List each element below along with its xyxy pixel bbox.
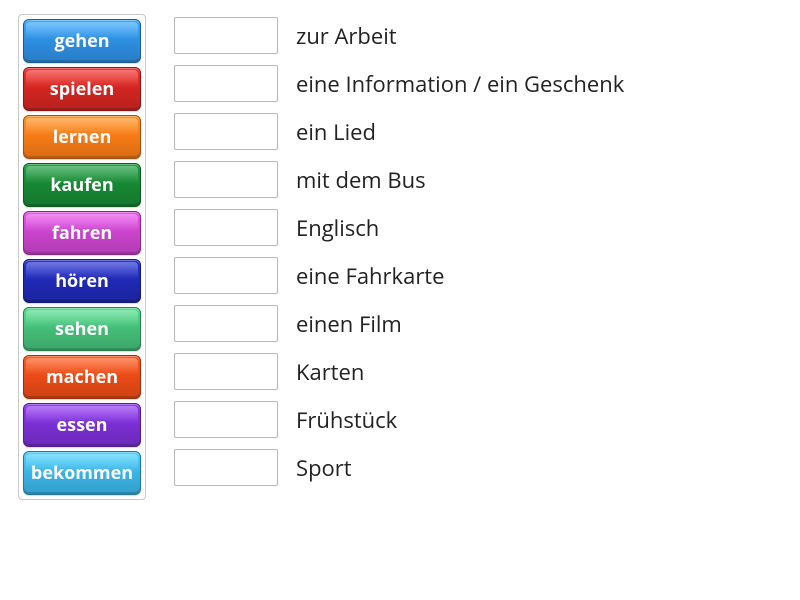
tile-label: essen bbox=[57, 413, 108, 437]
phrase-text: Karten bbox=[296, 357, 364, 387]
target-row: mit dem Bus bbox=[174, 160, 624, 199]
target-row: eine Information / ein Geschenk bbox=[174, 64, 624, 103]
target-row: ein Lied bbox=[174, 112, 624, 151]
tile-machen[interactable]: machen bbox=[23, 355, 141, 399]
drop-slot-8[interactable] bbox=[174, 401, 278, 438]
drop-slot-0[interactable] bbox=[174, 17, 278, 54]
target-row: eine Fahrkarte bbox=[174, 256, 624, 295]
tile-kaufen[interactable]: kaufen bbox=[23, 163, 141, 207]
tile-essen[interactable]: essen bbox=[23, 403, 141, 447]
target-rows: zur Arbeit eine Information / ein Gesche… bbox=[174, 14, 624, 487]
target-row: zur Arbeit bbox=[174, 16, 624, 55]
phrase-text: zur Arbeit bbox=[296, 21, 397, 51]
tile-lernen[interactable]: lernen bbox=[23, 115, 141, 159]
tile-bank: gehen spielen lernen kaufen fahren hören… bbox=[18, 14, 146, 500]
matching-exercise: gehen spielen lernen kaufen fahren hören… bbox=[0, 0, 800, 514]
phrase-text: Sport bbox=[296, 453, 352, 483]
target-row: Englisch bbox=[174, 208, 624, 247]
tile-label: kaufen bbox=[50, 173, 113, 197]
phrase-text: Englisch bbox=[296, 213, 379, 243]
drop-slot-6[interactable] bbox=[174, 305, 278, 342]
tile-label: fahren bbox=[52, 221, 112, 245]
drop-slot-9[interactable] bbox=[174, 449, 278, 486]
tile-bekommen[interactable]: bekommen bbox=[23, 451, 141, 495]
tile-label: bekommen bbox=[31, 461, 133, 485]
phrase-text: eine Information / ein Geschenk bbox=[296, 69, 624, 99]
tile-hoeren[interactable]: hören bbox=[23, 259, 141, 303]
tile-sehen[interactable]: sehen bbox=[23, 307, 141, 351]
tile-spielen[interactable]: spielen bbox=[23, 67, 141, 111]
drop-slot-4[interactable] bbox=[174, 209, 278, 246]
tile-label: sehen bbox=[55, 317, 109, 341]
target-row: Sport bbox=[174, 448, 624, 487]
drop-slot-1[interactable] bbox=[174, 65, 278, 102]
target-row: Frühstück bbox=[174, 400, 624, 439]
tile-gehen[interactable]: gehen bbox=[23, 19, 141, 63]
target-row: Karten bbox=[174, 352, 624, 391]
target-row: einen Film bbox=[174, 304, 624, 343]
phrase-text: mit dem Bus bbox=[296, 165, 426, 195]
tile-label: hören bbox=[55, 269, 109, 293]
phrase-text: einen Film bbox=[296, 309, 402, 339]
tile-label: spielen bbox=[50, 77, 114, 101]
drop-slot-2[interactable] bbox=[174, 113, 278, 150]
phrase-text: eine Fahrkarte bbox=[296, 261, 445, 291]
tile-label: gehen bbox=[54, 29, 109, 53]
tile-label: machen bbox=[46, 365, 118, 389]
tile-label: lernen bbox=[53, 125, 112, 149]
phrase-text: ein Lied bbox=[296, 117, 376, 147]
drop-slot-3[interactable] bbox=[174, 161, 278, 198]
tile-fahren[interactable]: fahren bbox=[23, 211, 141, 255]
drop-slot-7[interactable] bbox=[174, 353, 278, 390]
phrase-text: Frühstück bbox=[296, 405, 397, 435]
drop-slot-5[interactable] bbox=[174, 257, 278, 294]
